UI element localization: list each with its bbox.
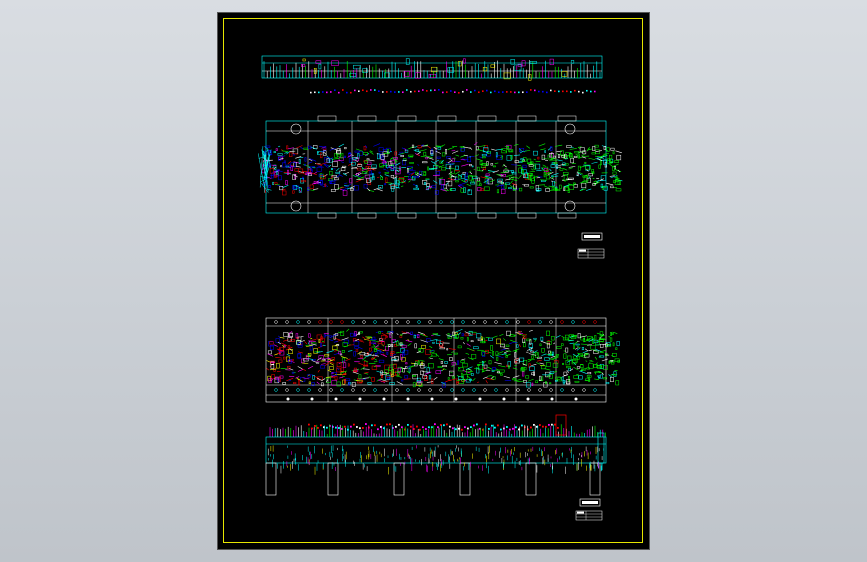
plan-view-lower [265, 317, 620, 403]
title-block-lower [575, 498, 603, 521]
mounting-hole [564, 200, 576, 212]
top-strip-view [261, 55, 603, 94]
elevation-view [265, 414, 607, 496]
mounting-hole [564, 123, 576, 135]
title-block-upper [577, 232, 605, 259]
plan-view-upper [258, 115, 623, 219]
mounting-hole [290, 123, 302, 135]
cad-drawing-canvas[interactable] [218, 13, 649, 549]
drawing-sheet [218, 13, 649, 549]
mounting-hole [290, 200, 302, 212]
